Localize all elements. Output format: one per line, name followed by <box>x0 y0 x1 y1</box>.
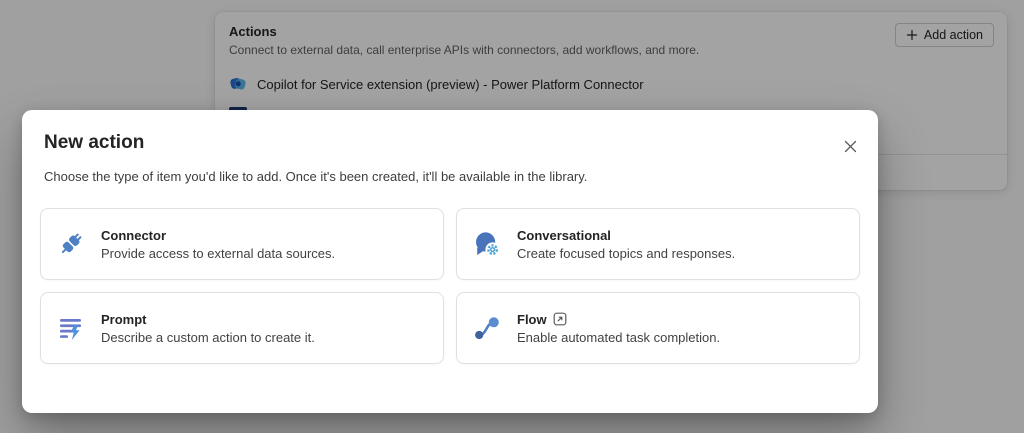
prompt-card-description: Describe a custom action to create it. <box>101 329 315 345</box>
prompt-card[interactable]: Prompt Describe a custom action to creat… <box>40 292 444 364</box>
connector-card-title: Connector <box>101 227 166 243</box>
new-action-dialog: New action Choose the type of item you'd… <box>22 110 878 413</box>
connector-icon <box>57 230 85 258</box>
action-type-grid: Connector Provide access to external dat… <box>40 208 860 364</box>
flow-icon <box>473 314 501 342</box>
connector-card[interactable]: Connector Provide access to external dat… <box>40 208 444 280</box>
flow-card-description: Enable automated task completion. <box>517 329 721 345</box>
conversational-card-title: Conversational <box>517 227 611 243</box>
close-icon <box>844 140 856 152</box>
dialog-subtitle: Choose the type of item you'd like to ad… <box>44 169 588 184</box>
conversational-card[interactable]: Conversational Create focused topics and… <box>456 208 860 280</box>
prompt-icon <box>57 314 85 342</box>
prompt-card-title: Prompt <box>101 311 147 327</box>
flow-card-title: Flow <box>517 311 547 327</box>
flow-card[interactable]: Flow Enable automated task completion. <box>456 292 860 364</box>
dialog-title: New action <box>44 132 145 153</box>
conversational-card-description: Create focused topics and responses. <box>517 245 736 261</box>
close-button[interactable] <box>838 134 862 158</box>
external-link-icon <box>553 312 567 326</box>
conversational-icon <box>473 230 501 258</box>
connector-card-description: Provide access to external data sources. <box>101 245 336 261</box>
